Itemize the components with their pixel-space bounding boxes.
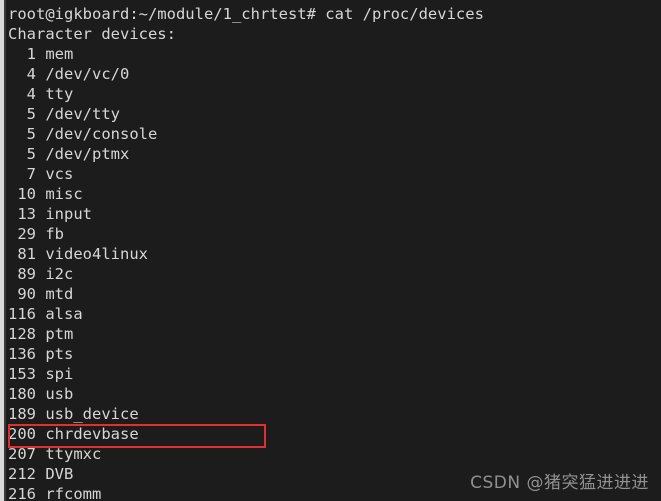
terminal-output-line: 5 /dev/ptmx (8, 145, 130, 163)
terminal-output-line: 5 /dev/console (8, 125, 158, 143)
terminal-output-line: 5 /dev/tty (8, 105, 120, 123)
terminal-output-line: 116 alsa (8, 305, 83, 323)
terminal-output-line: 29 fb (8, 225, 64, 243)
terminal-output-line: 212 DVB (8, 465, 74, 483)
terminal-output-line: 13 input (8, 205, 92, 223)
terminal-output-line: 4 tty (8, 85, 74, 103)
terminal-output-line: 216 rfcomm (8, 485, 102, 501)
terminal-output-line: 128 ptm (8, 325, 74, 343)
csdn-watermark: CSDN @猪突猛进进进 (470, 473, 649, 493)
terminal-output-line: 136 pts (8, 345, 74, 363)
terminal-output-line-highlighted: 200 chrdevbase (8, 425, 139, 443)
window-left-edge-shadow (4, 0, 6, 501)
terminal-window: root@igkboard:~/module/1_chrtest# cat /p… (0, 0, 661, 501)
terminal-output-line: 207 ttymxc (8, 445, 102, 463)
terminal-output-line: 89 i2c (8, 265, 74, 283)
terminal-output-line: 81 video4linux (8, 245, 148, 263)
terminal-output-line: 153 spi (8, 365, 74, 383)
terminal-prompt-line: root@igkboard:~/module/1_chrtest# cat /p… (8, 5, 484, 23)
terminal-output-line: 1 mem (8, 45, 74, 63)
terminal-output-line: 10 misc (8, 185, 83, 203)
terminal-output-line: 180 usb (8, 385, 74, 403)
terminal-output-line: 7 vcs (8, 165, 74, 183)
terminal-output-line: 4 /dev/vc/0 (8, 65, 130, 83)
terminal-output-area[interactable]: root@igkboard:~/module/1_chrtest# cat /p… (8, 0, 661, 501)
terminal-output-line: Character devices: (8, 25, 176, 43)
terminal-output-line: 90 mtd (8, 285, 74, 303)
terminal-output-line: 189 usb_device (8, 405, 139, 423)
